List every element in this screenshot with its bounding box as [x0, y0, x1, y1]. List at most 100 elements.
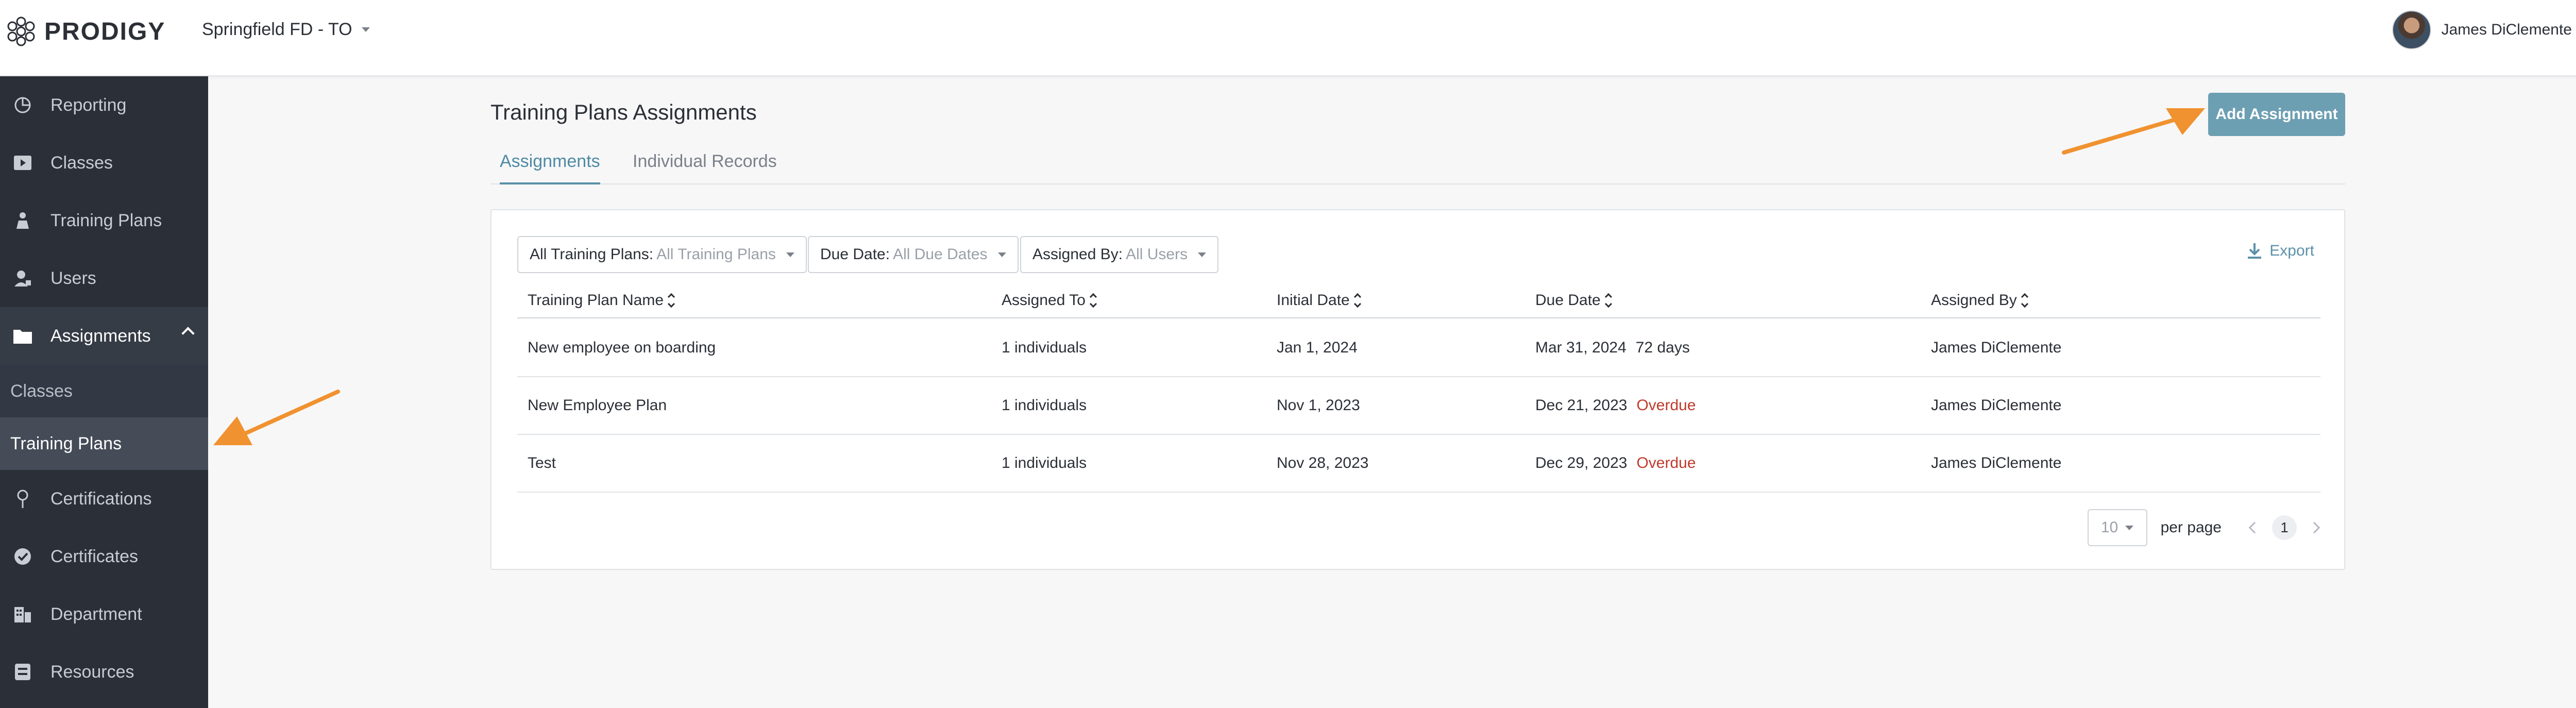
brand-name: PRODIGY [44, 18, 166, 45]
prodigy-logo-icon [7, 16, 35, 46]
sidebar-item-label: Resources [50, 662, 134, 682]
cell-initial-date: Nov 28, 2023 [1277, 454, 1369, 471]
annotation-arrow-training-plans [213, 390, 340, 445]
training-plan-filter[interactable]: All Training Plans: All Training Plans [517, 236, 807, 273]
sidebar-item-certificates[interactable]: Certificates [0, 528, 208, 585]
chevron-down-icon [997, 252, 1006, 257]
cell-plan-name: Test [528, 454, 556, 471]
sidebar-item-label: Certifications [50, 488, 152, 509]
sidebar-item-training-plans[interactable]: Training Plans [0, 192, 208, 249]
cell-assigned-by: James DiClemente [1931, 454, 2062, 471]
tab-individual-records[interactable]: Individual Records [633, 151, 777, 184]
sort-icon [1089, 293, 1097, 308]
column-header-label: Initial Date [1277, 292, 1350, 309]
sidebar-subitem-label: Training Plans [10, 433, 122, 453]
sidebar-item-classes[interactable]: Classes [0, 134, 208, 192]
filter-label: Assigned By: [1032, 246, 1123, 263]
per-page-label: per page [2160, 519, 2222, 536]
table-row[interactable]: Test 1 individuals Nov 28, 2023 Dec 29, … [517, 435, 2320, 493]
cell-assigned-by: James DiClemente [1931, 339, 2062, 356]
folder-icon [12, 326, 33, 346]
building-icon [12, 604, 33, 625]
filter-value: All Training Plans [656, 246, 776, 263]
overdue-badge: Overdue [1636, 397, 1696, 414]
sidebar: Reporting Classes Training Plans Users A… [0, 76, 208, 708]
sidebar-subitem-training-plans[interactable]: Training Plans [0, 417, 208, 470]
chevron-down-icon [361, 27, 370, 32]
chevron-left-icon[interactable] [2248, 521, 2261, 534]
chevron-up-icon [181, 327, 195, 340]
cell-due-date: Mar 31, 2024 72 days [1535, 339, 1690, 357]
sidebar-item-label: Training Plans [50, 210, 162, 230]
video-icon [12, 153, 33, 173]
sort-icon [1353, 293, 1361, 308]
sidebar-subitem-classes[interactable]: Classes [0, 365, 208, 417]
column-header-label: Due Date [1535, 292, 1601, 309]
column-header-due-date[interactable]: Due Date [1535, 292, 1612, 309]
cell-initial-date: Jan 1, 2024 [1277, 339, 1358, 356]
per-page-value: 10 [2100, 519, 2119, 536]
sort-icon [667, 293, 675, 308]
sidebar-item-users[interactable]: Users [0, 249, 208, 307]
column-header-label: Assigned By [1931, 292, 2017, 309]
column-header-initial-date[interactable]: Initial Date [1277, 292, 1361, 309]
check-badge-icon [12, 546, 33, 567]
column-header-label: Assigned To [1002, 292, 1086, 309]
download-icon [2248, 243, 2262, 259]
overdue-badge: Overdue [1636, 454, 1696, 471]
column-header-label: Training Plan Name [528, 292, 664, 309]
table-header: Training Plan Name Assigned To Initial D… [517, 285, 2320, 318]
user-badge-icon [12, 268, 33, 289]
tab-bar: Assignments Individual Records [490, 144, 2345, 184]
pagination: 10 per page 1 [2087, 509, 2320, 546]
chevron-down-icon [1198, 252, 1207, 257]
cell-assigned-to: 1 individuals [1002, 397, 1087, 414]
sidebar-item-assignments[interactable]: Assignments [0, 307, 208, 365]
sidebar-item-certifications[interactable]: Certifications [0, 470, 208, 528]
sidebar-item-label: Reporting [50, 95, 127, 115]
cell-initial-date: Nov 1, 2023 [1277, 397, 1360, 414]
due-date-value: Mar 31, 2024 [1535, 339, 1626, 356]
chevron-right-icon[interactable] [2308, 521, 2320, 534]
assigned-by-filter[interactable]: Assigned By: All Users [1020, 236, 1219, 273]
avatar [2392, 10, 2431, 49]
sidebar-item-resources[interactable]: Resources [0, 643, 208, 701]
page-number[interactable]: 1 [2272, 515, 2297, 540]
page-title: Training Plans Assignments [490, 100, 757, 124]
award-icon [12, 488, 33, 509]
export-label: Export [2269, 242, 2314, 259]
sidebar-item-label: Certificates [50, 546, 139, 566]
org-name: Springfield FD - TO [202, 20, 352, 39]
filter-label: Due Date: [820, 246, 890, 263]
column-header-training-plan-name[interactable]: Training Plan Name [528, 292, 675, 309]
table-row[interactable]: New employee on boarding 1 individuals J… [517, 319, 2320, 377]
add-assignment-button[interactable]: Add Assignment [2208, 93, 2345, 136]
column-header-assigned-by[interactable]: Assigned By [1931, 292, 2028, 309]
cell-assigned-to: 1 individuals [1002, 339, 1087, 356]
due-date-value: Dec 21, 2023 [1535, 397, 1628, 414]
sidebar-item-department[interactable]: Department [0, 585, 208, 643]
sidebar-item-label: Department [50, 604, 142, 624]
export-button[interactable]: Export [2247, 242, 2314, 260]
user-menu[interactable]: James DiClemente [2392, 10, 2576, 49]
org-selector[interactable]: Springfield FD - TO [202, 20, 370, 40]
top-bar: PRODIGY Springfield FD - TO James DiClem… [0, 0, 2576, 76]
due-date-filter[interactable]: Due Date: All Due Dates [808, 236, 1019, 273]
sidebar-item-label: Classes [50, 153, 113, 173]
sort-icon [2021, 293, 2028, 308]
cell-due-date: Dec 21, 2023 Overdue [1535, 397, 1696, 414]
tab-assignments[interactable]: Assignments [500, 151, 600, 184]
sidebar-item-reporting[interactable]: Reporting [0, 76, 208, 134]
sidebar-item-label: Users [50, 268, 96, 288]
user-name: James DiClemente [2441, 21, 2572, 38]
per-page-select[interactable]: 10 [2087, 509, 2147, 546]
column-header-assigned-to[interactable]: Assigned To [1002, 292, 1097, 309]
table-row[interactable]: New Employee Plan 1 individuals Nov 1, 2… [517, 377, 2320, 435]
days-remaining: 72 days [1635, 339, 1690, 356]
chevron-down-icon [786, 252, 794, 257]
cell-assigned-by: James DiClemente [1931, 397, 2062, 414]
pie-chart-icon [12, 95, 33, 115]
logo[interactable]: PRODIGY [5, 15, 165, 47]
box-icon [12, 662, 33, 682]
cell-plan-name: New Employee Plan [528, 397, 667, 414]
